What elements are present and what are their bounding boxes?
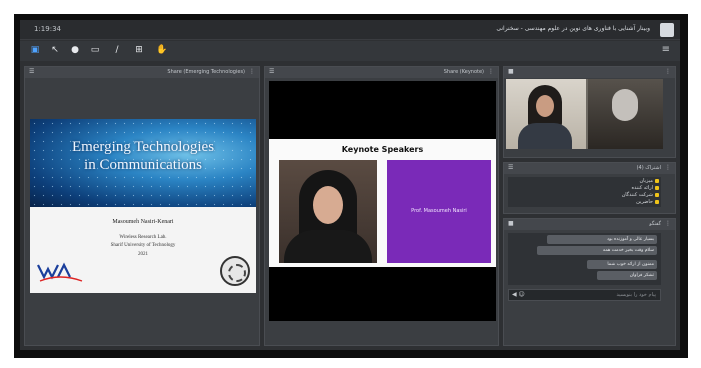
camera-pod: ■ ⋮	[503, 66, 676, 158]
presenter-face	[536, 95, 554, 117]
slide-university: Sharif University of Technology	[110, 243, 176, 248]
screen-icon[interactable]: ▭	[90, 45, 100, 55]
app-logo-icon	[660, 23, 674, 37]
chat-message: سلام وقت بخیر خدمت همه	[537, 246, 657, 255]
slide-presenter: Masoumeh Nasiri-Kenari	[112, 219, 174, 225]
slide-year: 2021	[138, 252, 148, 257]
keynote-title: Keynote Speakers	[341, 145, 424, 154]
speaker-shoulders	[284, 230, 372, 263]
chat-messages: بسیار عالی و آموزنده بود سلام وقت بخیر خ…	[508, 233, 661, 285]
attendee-role[interactable]: شرکت کنندگان	[622, 192, 653, 198]
role-icon	[655, 186, 659, 190]
share-icon[interactable]: ▣	[30, 45, 40, 55]
session-timer: 1:19:34	[34, 25, 61, 33]
chat-message: تشکر فراوان	[597, 271, 657, 280]
slide-title-line-1: Emerging Technologies	[71, 139, 215, 155]
role-icon	[655, 193, 659, 197]
pod-options-icon[interactable]: ⋮	[249, 68, 255, 75]
attendee-list: میزبان ارائه کننده شرکت کنندگان حاضرین	[508, 177, 661, 207]
chat-message-text: بسیار عالی و آموزنده بود	[607, 237, 654, 242]
attendee-role[interactable]: حاضرین	[636, 199, 653, 205]
title-bar: 1:19:34 وبینار آشنایی با فناوری های نوین…	[20, 20, 680, 40]
speaker-face	[313, 186, 343, 224]
speaker-photo	[279, 160, 377, 263]
chat-input[interactable]: ◀ ☺ پیام خود را بنویسید	[508, 289, 661, 301]
pod-title: Share (Keynote)	[443, 69, 484, 75]
pen-icon[interactable]: ∕	[112, 45, 122, 55]
keynote-slide: Keynote Speakers Prof. Masoumeh Nasiri	[269, 139, 496, 267]
meeting-title: وبینار آشنایی با فناوری های نوین در علوم…	[496, 25, 650, 32]
pod-header: ■ ⋮	[504, 67, 675, 78]
pod-title: گفتگو	[649, 221, 661, 227]
host-head	[612, 89, 638, 121]
role-icon	[655, 200, 659, 204]
camera-icon[interactable]: ■	[508, 68, 514, 75]
chat-pod-icon[interactable]: ■	[508, 220, 514, 227]
pointer-icon[interactable]: ↖	[50, 45, 60, 55]
pod-header: ☰ Share (Emerging Technologies) ⋮	[25, 67, 259, 78]
chat-icon[interactable]: ●	[70, 45, 80, 55]
pod-header: ☰ Share (Keynote) ⋮	[265, 67, 498, 78]
chat-message-text: ممنون از ارائه خوب شما	[607, 262, 654, 267]
menu-icon[interactable]: ≡	[662, 45, 670, 55]
attendee-role[interactable]: میزبان	[639, 178, 653, 184]
pod-options-icon[interactable]: ⋮	[488, 68, 494, 75]
hand-icon[interactable]: ✋	[156, 45, 167, 55]
pod-options-icon[interactable]: ⋮	[665, 220, 671, 227]
pod-header: ■ گفتگو ⋮	[504, 219, 675, 230]
pod-title: اشتراک (4)	[636, 165, 661, 171]
pod-menu-icon[interactable]: ☰	[29, 68, 34, 75]
slide-title-line-2: in Communications	[84, 157, 202, 173]
share-pod-left: ☰ Share (Emerging Technologies) ⋮ Emergi…	[24, 66, 260, 346]
attendee-role[interactable]: ارائه کننده	[632, 185, 654, 191]
speaker-name-card: Prof. Masoumeh Nasiri	[387, 160, 491, 263]
university-seal-icon	[220, 256, 250, 286]
chat-placeholder: پیام خود را بنویسید	[616, 292, 656, 298]
slide-lab: Wireless Research Lab.	[119, 235, 167, 240]
attendees-icon[interactable]: ☰	[508, 164, 513, 171]
pod-menu-icon[interactable]: ☰	[269, 68, 274, 75]
presentation-slide: Emerging Technologies in Communications …	[30, 119, 256, 293]
wrl-logo-icon	[37, 262, 83, 282]
video-feed-presenter[interactable]	[506, 79, 586, 149]
pod-options-icon[interactable]: ⋮	[665, 68, 671, 75]
role-icon	[655, 179, 659, 183]
video-feeds	[506, 79, 663, 149]
web-conference-app: 1:19:34 وبینار آشنایی با فناوری های نوین…	[20, 20, 680, 350]
pod-header: ☰ اشتراک (4) ⋮	[504, 163, 675, 174]
send-icon[interactable]: ◀ ☺	[512, 291, 525, 298]
main-toolbar: ▣ ↖ ● ▭ ∕ ⊞ ✋ ≡	[20, 41, 680, 61]
chat-message: بسیار عالی و آموزنده بود	[547, 235, 657, 244]
chat-pod: ■ گفتگو ⋮ بسیار عالی و آموزنده بود سلام …	[503, 218, 676, 346]
share-pod-center: ☰ Share (Keynote) ⋮ Keynote Speakers Pro…	[264, 66, 499, 346]
grid-icon[interactable]: ⊞	[134, 45, 144, 55]
chat-message: ممنون از ارائه خوب شما	[587, 260, 657, 269]
chat-message-text: سلام وقت بخیر خدمت همه	[602, 248, 654, 253]
speaker-name: Prof. Masoumeh Nasiri	[411, 208, 467, 214]
attendees-pod: ☰ اشتراک (4) ⋮ میزبان ارائه کننده شرکت ک…	[503, 162, 676, 214]
video-feed-host[interactable]	[588, 79, 663, 149]
pod-title: Share (Emerging Technologies)	[167, 69, 245, 75]
presenter-body	[518, 123, 572, 149]
chat-message-text: تشکر فراوان	[629, 273, 654, 278]
pod-options-icon[interactable]: ⋮	[665, 164, 671, 171]
